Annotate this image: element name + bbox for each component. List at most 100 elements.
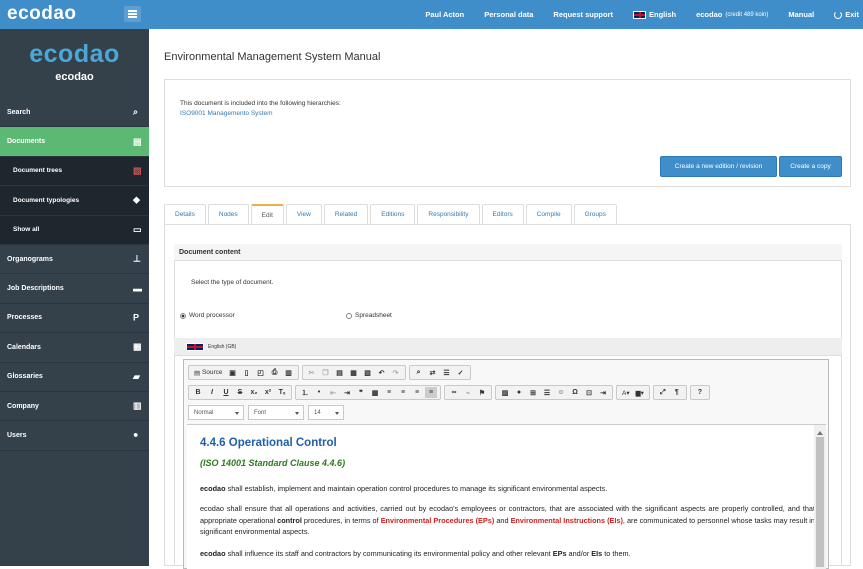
format-dropdown[interactable]: Normal — [188, 405, 244, 420]
language-selector[interactable]: English — [633, 10, 676, 19]
sidebar-item-search[interactable]: Search ⌕ — [0, 98, 149, 128]
redo-icon[interactable]: ↷ — [390, 367, 402, 378]
replace-icon[interactable]: ⇄ — [427, 367, 439, 378]
radio-word-processor[interactable]: Word processor — [180, 312, 235, 319]
sidebar-item-users[interactable]: Users ● — [0, 421, 149, 451]
cut-icon[interactable]: ✂ — [306, 367, 318, 378]
tab-groups[interactable]: Groups — [573, 204, 617, 224]
scroll-up-icon[interactable] — [817, 428, 823, 435]
menu-toggle-button[interactable] — [124, 6, 141, 22]
request-support-link[interactable]: Request support — [553, 10, 613, 19]
paste-icon[interactable]: ▤ — [334, 367, 346, 378]
tab-nodes[interactable]: Nodes — [207, 204, 249, 224]
special-char-icon[interactable]: Ω — [569, 387, 581, 398]
account-link[interactable]: ecodao (credit 489 koin) — [696, 10, 768, 19]
sidebar-item-show-all[interactable]: Show all ▭ — [0, 215, 149, 245]
language-tab-label[interactable]: English (GB) — [208, 344, 236, 350]
div-icon[interactable]: ▦ — [369, 387, 381, 398]
sidebar-item-processes[interactable]: Processes Ρ — [0, 304, 149, 334]
tab-view[interactable]: View — [285, 204, 322, 224]
smiley-icon[interactable]: ☺ — [555, 387, 567, 398]
numbered-list-icon[interactable]: ⒈ — [299, 387, 311, 398]
tab-compile[interactable]: Compile — [525, 204, 572, 224]
bullet-list-icon[interactable]: • — [313, 387, 325, 398]
tab-responsibility[interactable]: Responsibility — [417, 204, 480, 224]
source-button[interactable]: ▤ Source — [192, 367, 225, 378]
new-page-icon[interactable]: ▯ — [241, 367, 253, 378]
font-dropdown[interactable]: Font — [248, 405, 304, 420]
sidebar-item-label: Documents — [7, 138, 46, 146]
align-right-icon[interactable]: ≡ — [411, 387, 423, 398]
unlink-icon[interactable]: ⌁ — [462, 387, 474, 398]
exit-link[interactable]: Exit — [834, 10, 859, 19]
copy-icon[interactable]: ❐ — [320, 367, 332, 378]
save-icon[interactable]: ▣ — [227, 367, 239, 378]
indent-icon[interactable]: ⇥ — [341, 387, 353, 398]
tab-edit[interactable]: Edit — [250, 204, 284, 224]
scroll-thumb[interactable] — [816, 437, 824, 567]
superscript-button[interactable]: x² — [262, 387, 274, 398]
hierarchy-link[interactable]: ISO9001 Managemento System — [180, 110, 273, 117]
text-color-icon[interactable]: A▾ — [620, 387, 632, 398]
iframe-icon[interactable]: ⇥ — [597, 387, 609, 398]
bg-color-icon[interactable]: ▆▾ — [634, 387, 646, 398]
sidebar-item-calendars[interactable]: Calendars ▦ — [0, 333, 149, 363]
find-icon[interactable]: ⌕ — [413, 367, 425, 378]
page-break-icon[interactable]: ⊡ — [583, 387, 595, 398]
bold-button[interactable]: B — [192, 387, 204, 398]
remove-format-icon[interactable]: Tₓ — [276, 387, 288, 398]
create-copy-button[interactable]: Create a copy — [779, 156, 842, 177]
outdent-icon[interactable]: ⇤ — [327, 387, 339, 398]
table-icon[interactable]: ⊞ — [527, 387, 539, 398]
tab-details[interactable]: Details — [164, 204, 206, 224]
tab-related[interactable]: Related — [323, 204, 369, 224]
paste-word-icon[interactable]: ▧ — [362, 367, 374, 378]
sidebar-item-document-trees[interactable]: Document trees ▧ — [0, 156, 149, 187]
sidebar-item-documents[interactable]: Documents ▤ — [0, 127, 149, 157]
preview-icon[interactable]: ◰ — [255, 367, 267, 378]
editor-subheading: (ISO 14001 Standard Clause 4.4.6) — [200, 458, 346, 468]
templates-icon[interactable]: ▥ — [283, 367, 295, 378]
justify-icon[interactable]: ≡ — [425, 387, 437, 398]
strike-button[interactable]: S — [234, 387, 246, 398]
anchor-icon[interactable]: ⚑ — [476, 387, 488, 398]
radio-spreadsheet[interactable]: Spreadsheet — [346, 312, 392, 319]
italic-button[interactable]: I — [206, 387, 218, 398]
spellcheck-icon[interactable]: ✓ — [455, 367, 467, 378]
sidebar-item-job-descriptions[interactable]: Job Descriptions ▬ — [0, 274, 149, 304]
image-icon[interactable]: ▨ — [499, 387, 511, 398]
editor-scrollbar[interactable] — [814, 425, 826, 569]
align-left-icon[interactable]: ≡ — [383, 387, 395, 398]
sidebar-item-glossaries[interactable]: Glossaries ▰ — [0, 363, 149, 392]
show-blocks-icon[interactable]: ¶ — [671, 387, 683, 398]
tab-editors[interactable]: Editors — [481, 204, 524, 224]
personal-data-link[interactable]: Personal data — [484, 10, 533, 19]
underline-button[interactable]: U — [220, 387, 232, 398]
link-icon[interactable]: ∞ — [448, 387, 460, 398]
editor-content[interactable]: 4.4.6 Operational Control (ISO 14001 Sta… — [187, 424, 826, 569]
p1-bold: ecodao — [200, 484, 226, 493]
uk-flag-icon[interactable] — [186, 343, 204, 351]
paste-text-icon[interactable]: ▦ — [348, 367, 360, 378]
undo-icon[interactable]: ↶ — [376, 367, 388, 378]
print-icon[interactable]: ⎙ — [269, 367, 281, 378]
user-link[interactable]: Paul Acton — [425, 10, 464, 19]
blockquote-icon[interactable]: ❞ — [355, 387, 367, 398]
tab-editions[interactable]: Editions — [370, 204, 416, 224]
manual-link[interactable]: Manual — [788, 10, 814, 19]
select-all-icon[interactable]: ☰ — [441, 367, 453, 378]
help-icon[interactable]: ? — [694, 387, 706, 398]
subscript-button[interactable]: x₂ — [248, 387, 260, 398]
horizontal-rule-icon[interactable]: ☰ — [541, 387, 553, 398]
align-center-icon[interactable]: ≡ — [397, 387, 409, 398]
sidebar-item-document-typologies[interactable]: Document typologies ◆ — [0, 186, 149, 216]
brand-logo[interactable]: ecodao — [7, 3, 77, 25]
radio-sheet-label: Spreadsheet — [355, 312, 392, 319]
sidebar-item-label: Organograms — [7, 255, 53, 263]
maximize-icon[interactable]: ⤢ — [657, 387, 669, 398]
size-dropdown[interactable]: 14 — [308, 405, 344, 420]
new-edition-button[interactable]: Create a new edition / revision — [660, 156, 777, 177]
flash-icon[interactable]: ● — [513, 387, 525, 398]
sidebar-item-organograms[interactable]: Organograms ⊥ — [0, 245, 149, 275]
sidebar-item-company[interactable]: Company ▥ — [0, 392, 149, 422]
